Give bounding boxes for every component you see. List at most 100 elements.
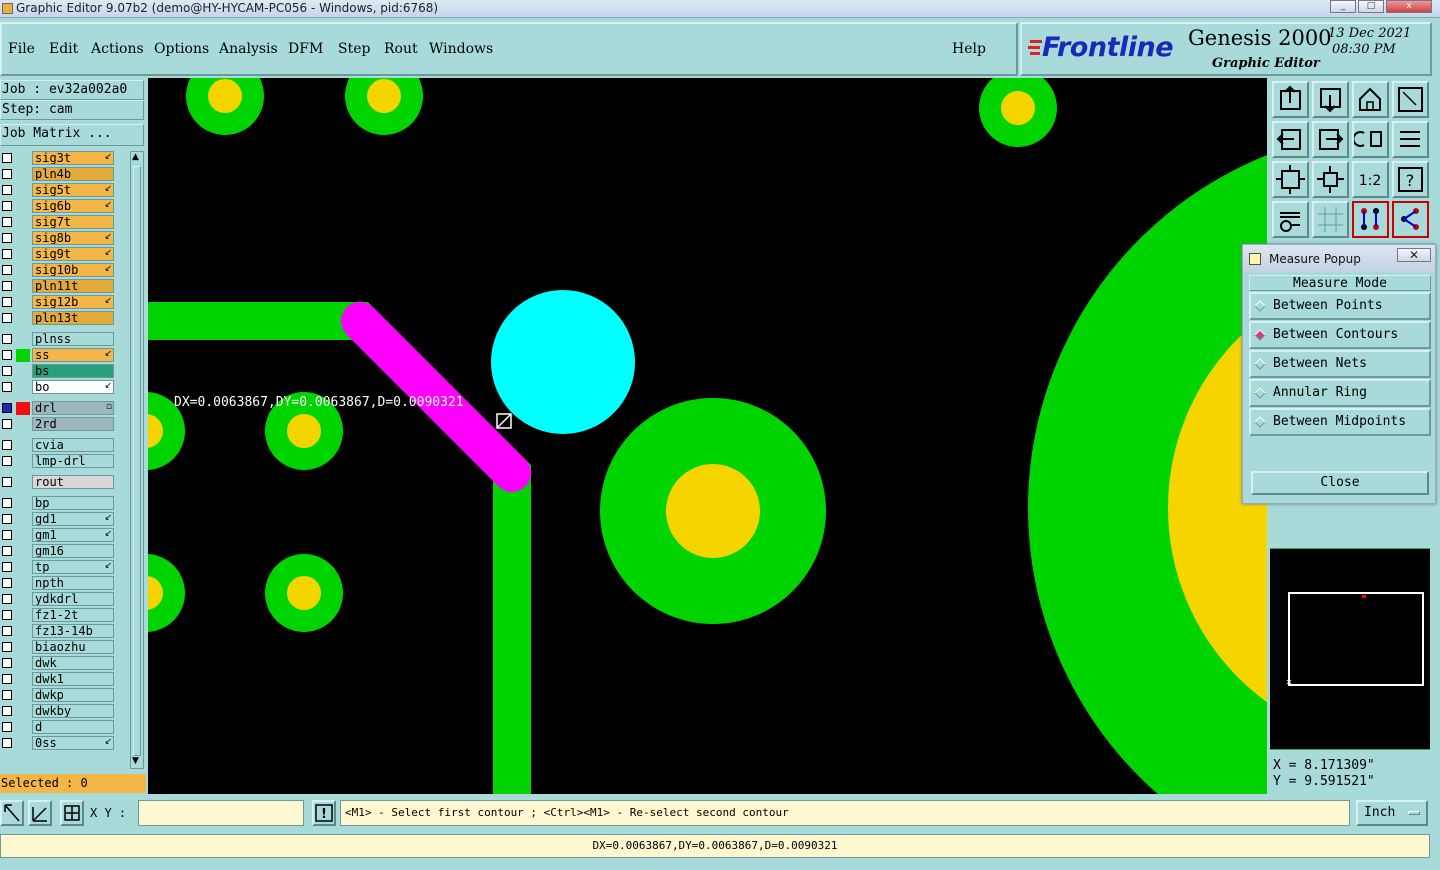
redraw-button[interactable] — [1352, 121, 1389, 158]
layer-checkbox[interactable] — [2, 313, 12, 323]
layer-checkbox[interactable] — [2, 249, 12, 259]
layer-checkbox[interactable] — [2, 530, 12, 540]
swap-view-button[interactable] — [1392, 121, 1429, 158]
menu-file[interactable]: File — [8, 41, 35, 57]
layer-row-fz1-2t[interactable]: fz1-2t — [0, 608, 118, 622]
menu-rout[interactable]: Rout — [384, 41, 418, 57]
layer-checkbox[interactable] — [2, 562, 12, 572]
layer-row-dwkby[interactable]: dwkby — [0, 704, 118, 718]
layer-checkbox[interactable] — [2, 514, 12, 524]
grid-toggle-button[interactable] — [1312, 201, 1349, 238]
layer-row-fz13-14b[interactable]: fz13-14b — [0, 624, 118, 638]
popup-close-icon[interactable]: ✕ — [1397, 248, 1431, 262]
mode-between-points[interactable]: Between Points — [1249, 292, 1431, 320]
zoom-home-button[interactable] — [1272, 161, 1309, 198]
layer-checkbox[interactable] — [2, 350, 12, 360]
layer-checkbox[interactable] — [2, 334, 12, 344]
xy-input[interactable] — [138, 800, 304, 826]
scroll-up-icon[interactable]: ▲ — [132, 152, 139, 162]
layer-checkbox[interactable] — [2, 185, 12, 195]
layer-row-sig3t[interactable]: sig3t ↙ — [0, 151, 118, 165]
layer-list-scrollbar[interactable]: ▲ ▼ — [130, 151, 144, 769]
layer-row-0ss[interactable]: 0ss ↙ — [0, 736, 118, 750]
layer-row-sig6b[interactable]: sig6b ↙ — [0, 199, 118, 213]
layer-row-dwkp[interactable]: dwkp — [0, 688, 118, 702]
layer-checkbox[interactable] — [2, 265, 12, 275]
graphic-canvas[interactable]: DX=0.0063867,DY=0.0063867,D=0.0090321 — [148, 78, 1267, 794]
layer-row-pln11t[interactable]: pln11t — [0, 279, 118, 293]
layer-row-biaozhu[interactable]: biaozhu — [0, 640, 118, 654]
select-mode-button[interactable] — [0, 800, 24, 826]
layer-row-sig12b[interactable]: sig12b ↙ — [0, 295, 118, 309]
layer-row-lmp-drl[interactable]: lmp-drl — [0, 454, 118, 468]
layer-checkbox[interactable] — [2, 419, 12, 429]
minimize-button[interactable]: _ — [1330, 0, 1356, 13]
net-display-button[interactable] — [1352, 201, 1389, 238]
scroll-down-icon[interactable]: ▼ — [132, 756, 139, 766]
layer-checkbox[interactable] — [2, 642, 12, 652]
menu-analysis[interactable]: Analysis — [219, 41, 278, 57]
menu-options[interactable]: Options — [154, 41, 209, 57]
layer-row-tp[interactable]: tp ↙ — [0, 560, 118, 574]
layer-checkbox[interactable] — [2, 297, 12, 307]
layer-checkbox[interactable] — [2, 233, 12, 243]
help-button[interactable]: ? — [1392, 161, 1429, 198]
layer-row-cvia[interactable]: cvia — [0, 438, 118, 452]
layer-checkbox[interactable] — [2, 738, 12, 748]
menu-step[interactable]: Step — [338, 41, 370, 57]
layer-checkbox[interactable] — [2, 281, 12, 291]
layer-checkbox[interactable] — [2, 674, 12, 684]
layer-checkbox[interactable] — [2, 153, 12, 163]
scrollbar-thumb[interactable] — [133, 166, 141, 756]
layer-row-rout[interactable]: rout — [0, 475, 118, 489]
snap-grid-button[interactable] — [60, 800, 84, 826]
mode-between-nets[interactable]: Between Nets — [1249, 350, 1431, 378]
snap-tool-button[interactable] — [1272, 201, 1309, 238]
layer-row-d[interactable]: d — [0, 720, 118, 734]
menu-actions[interactable]: Actions — [91, 41, 144, 57]
measure-tool-button[interactable] — [28, 800, 52, 826]
layer-checkbox[interactable] — [2, 706, 12, 716]
layer-checkbox[interactable] — [2, 594, 12, 604]
menu-help[interactable]: Help — [952, 41, 986, 57]
layer-row-2rd[interactable]: 2rd — [0, 417, 118, 431]
layer-checkbox[interactable] — [2, 722, 12, 732]
layer-row-sig9t[interactable]: sig9t ↙ — [0, 247, 118, 261]
layer-checkbox[interactable] — [2, 382, 12, 392]
layer-row-gm1[interactable]: gm1 ↙ — [0, 528, 118, 542]
pan-up-button[interactable] — [1272, 81, 1309, 118]
layer-checkbox[interactable] — [2, 578, 12, 588]
unit-selector[interactable]: Inch — [1356, 800, 1428, 826]
alert-button[interactable]: ! — [312, 800, 336, 826]
close-window-button[interactable]: x — [1386, 0, 1432, 13]
layer-checkbox[interactable] — [2, 201, 12, 211]
maximize-button[interactable]: □ — [1358, 0, 1384, 13]
layer-checkbox[interactable] — [2, 477, 12, 487]
layer-checkbox[interactable] — [2, 403, 12, 413]
layer-checkbox[interactable] — [2, 610, 12, 620]
overview-map[interactable]: × — [1270, 548, 1430, 750]
layer-row-dwk1[interactable]: dwk1 — [0, 672, 118, 686]
job-matrix-button[interactable]: Job Matrix ... — [0, 124, 144, 146]
layer-row-sig10b[interactable]: sig10b ↙ — [0, 263, 118, 277]
layer-row-ss[interactable]: ss ↙ — [0, 348, 118, 362]
layer-checkbox[interactable] — [2, 690, 12, 700]
window-view-button[interactable] — [1392, 81, 1429, 118]
layer-checkbox[interactable] — [2, 366, 12, 376]
layer-checkbox[interactable] — [2, 658, 12, 668]
layer-row-bp[interactable]: bp — [0, 496, 118, 510]
layer-row-drl[interactable]: drl ▫ — [0, 401, 118, 415]
menu-edit[interactable]: Edit — [49, 41, 78, 57]
layer-checkbox[interactable] — [2, 456, 12, 466]
pan-left-button[interactable] — [1272, 121, 1309, 158]
scale-1to2-button[interactable]: 1:2 — [1352, 161, 1389, 198]
layer-row-pln4b[interactable]: pln4b — [0, 167, 118, 181]
layer-row-pln13t[interactable]: pln13t — [0, 311, 118, 325]
home-view-button[interactable] — [1352, 81, 1389, 118]
layer-checkbox[interactable] — [2, 440, 12, 450]
mode-annular-ring[interactable]: Annular Ring — [1249, 379, 1431, 407]
layer-row-sig7t[interactable]: sig7t — [0, 215, 118, 229]
net-display-alt-button[interactable] — [1392, 201, 1429, 238]
pan-down-button[interactable] — [1312, 81, 1349, 118]
layer-checkbox[interactable] — [2, 498, 12, 508]
